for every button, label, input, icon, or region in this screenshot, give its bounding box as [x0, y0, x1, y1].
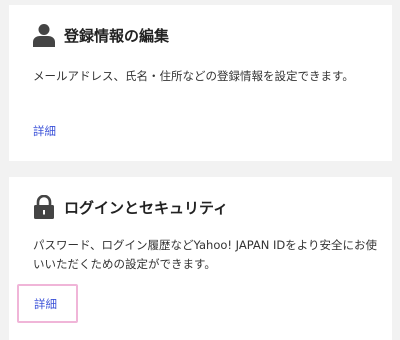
card-header: 登録情報の編集 [33, 23, 169, 47]
details-link[interactable]: 詳細 [33, 123, 56, 139]
lock-icon [34, 195, 54, 219]
card-description: パスワード、ログイン履歴などYahoo! JAPAN IDをより安全にお使いいた… [33, 238, 378, 271]
person-icon [33, 24, 55, 47]
details-link[interactable]: 詳細 [34, 296, 57, 312]
card-header: ログインとセキュリティ [33, 195, 228, 219]
profile-edit-card: 登録情報の編集 メールアドレス、氏名・住所などの登録情報を設定できます。 詳細 [9, 5, 392, 161]
card-description: メールアドレス、氏名・住所などの登録情報を設定できます。 [33, 69, 354, 83]
card-title: 登録情報の編集 [64, 26, 170, 45]
details-link-focus-outline: 詳細 [17, 284, 78, 323]
card-title: ログインとセキュリティ [64, 198, 229, 217]
